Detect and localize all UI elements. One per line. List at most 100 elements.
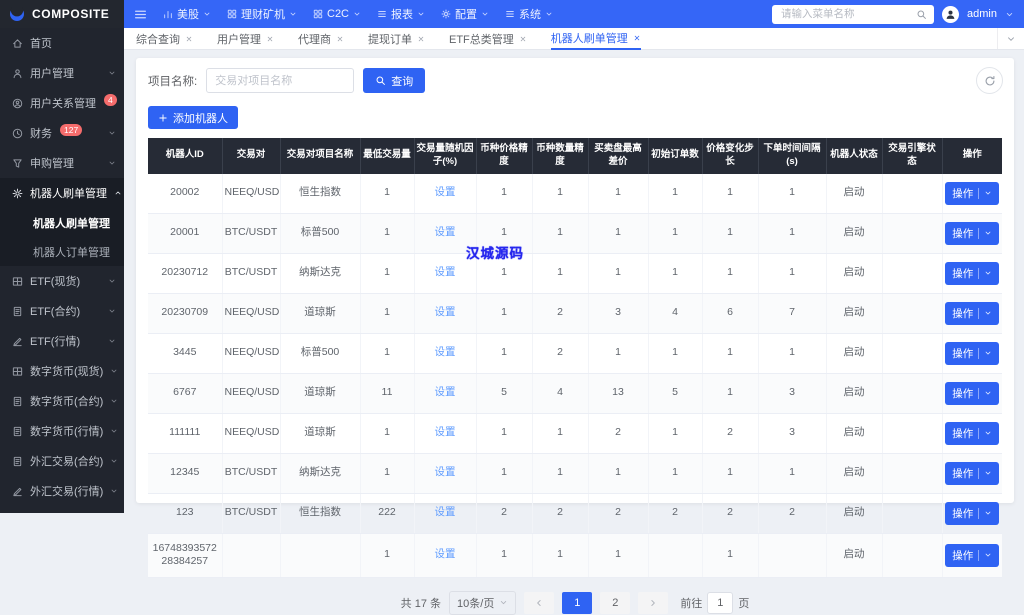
close-icon[interactable] xyxy=(519,35,527,43)
cell-max-spread: 2 xyxy=(588,413,648,453)
settings-link[interactable]: 设置 xyxy=(435,346,456,358)
sidebar-item-1[interactable]: 首页 xyxy=(0,28,124,58)
button-divider xyxy=(978,188,979,199)
sidebar-item-12[interactable]: 数字货币(行情) xyxy=(0,416,124,446)
navbar-menu-2[interactable]: 理财矿机 xyxy=(227,6,297,22)
sidebar-item-7[interactable]: ETF(现货) xyxy=(0,266,124,296)
navbar-menu-1[interactable]: 美股 xyxy=(163,6,211,22)
settings-link[interactable]: 设置 xyxy=(435,386,456,398)
cell-min-volume: 1 xyxy=(360,453,414,493)
edit-icon xyxy=(12,336,23,347)
user-chevron-down-icon[interactable] xyxy=(1005,10,1014,19)
chevron-down-icon xyxy=(108,337,116,345)
cell-project xyxy=(280,533,360,577)
navbar-menu-5[interactable]: 配置 xyxy=(441,6,489,22)
sidebar-item-3[interactable]: 用户关系管理4 xyxy=(0,88,124,118)
sidebar-item-4[interactable]: 财务127 xyxy=(0,118,124,148)
settings-link[interactable]: 设置 xyxy=(435,306,456,318)
settings-link[interactable]: 设置 xyxy=(435,226,456,238)
close-icon[interactable] xyxy=(185,35,193,43)
refresh-button[interactable] xyxy=(976,67,1003,94)
cell-init-orders: 2 xyxy=(648,493,702,533)
button-divider xyxy=(978,468,979,479)
action-button[interactable]: 操作 xyxy=(945,462,999,485)
cell-volume-factor: 设置 xyxy=(414,413,476,453)
sidebar-item-13[interactable]: 外汇交易(合约) xyxy=(0,446,124,476)
sidebar-item-label: 数字货币(行情) xyxy=(30,423,103,439)
action-button[interactable]: 操作 xyxy=(945,182,999,205)
user-name[interactable]: admin xyxy=(967,8,997,20)
tab-list-expand-button[interactable] xyxy=(997,28,1024,49)
sidebar-item-11[interactable]: 数字货币(合约) xyxy=(0,386,124,416)
page-size-select[interactable]: 10条/页 xyxy=(449,591,516,615)
action-button[interactable]: 操作 xyxy=(945,382,999,405)
cell-status: 启动 xyxy=(826,293,882,333)
navbar-menu-6[interactable]: 系统 xyxy=(505,6,553,22)
next-page-button[interactable] xyxy=(638,592,668,614)
settings-link[interactable]: 设置 xyxy=(435,186,456,198)
action-button[interactable]: 操作 xyxy=(945,544,999,567)
cell-min-volume: 222 xyxy=(360,493,414,533)
cell-project: 标普500 xyxy=(280,333,360,373)
goto-page-input[interactable] xyxy=(707,592,733,614)
search-button[interactable]: 查询 xyxy=(363,68,425,93)
prev-page-button[interactable] xyxy=(524,592,554,614)
navbar-menu-3[interactable]: C2C xyxy=(313,8,361,20)
cell-qty-precision: 1 xyxy=(532,253,588,293)
action-button[interactable]: 操作 xyxy=(945,302,999,325)
action-button-label: 操作 xyxy=(952,426,973,441)
tab-5[interactable]: ETF总类管理 xyxy=(449,28,527,50)
menu-search-input[interactable] xyxy=(779,7,912,21)
sidebar-subitem-6-2[interactable]: 机器人订单管理 xyxy=(0,237,124,266)
tab-2[interactable]: 用户管理 xyxy=(217,28,274,50)
settings-link[interactable]: 设置 xyxy=(435,506,456,518)
action-button[interactable]: 操作 xyxy=(945,222,999,245)
page-button-1[interactable]: 1 xyxy=(562,592,592,614)
cell-project: 道琼斯 xyxy=(280,413,360,453)
tab-4[interactable]: 提现订单 xyxy=(368,28,425,50)
sidebar-item-10[interactable]: 数字货币(现货) xyxy=(0,356,124,386)
settings-link[interactable]: 设置 xyxy=(435,426,456,438)
cell-pair: NEEQ/USD xyxy=(222,293,280,333)
navbar-menu-label: 系统 xyxy=(519,6,541,22)
sidebar-subitem-6-1[interactable]: 机器人刷单管理 xyxy=(0,208,124,237)
avatar[interactable] xyxy=(942,6,959,23)
action-button[interactable]: 操作 xyxy=(945,342,999,365)
cell-interval: 1 xyxy=(758,453,826,493)
action-button[interactable]: 操作 xyxy=(945,502,999,525)
tab-label: 提现订单 xyxy=(368,31,412,47)
action-button[interactable]: 操作 xyxy=(945,262,999,285)
sidebar-item-6[interactable]: 机器人刷单管理 xyxy=(0,178,124,208)
settings-link[interactable]: 设置 xyxy=(435,266,456,278)
cell-price-precision: 1 xyxy=(476,413,532,453)
cell-status: 启动 xyxy=(826,333,882,373)
search-icon[interactable] xyxy=(916,9,927,20)
close-icon[interactable] xyxy=(633,34,641,42)
close-icon[interactable] xyxy=(336,35,344,43)
sidebar-collapse-button[interactable] xyxy=(134,8,147,21)
sidebar-item-9[interactable]: ETF(行情) xyxy=(0,326,124,356)
tab-3[interactable]: 代理商 xyxy=(298,28,344,50)
cell-price-step: 1 xyxy=(702,213,758,253)
settings-link[interactable]: 设置 xyxy=(435,548,456,560)
sidebar-item-8[interactable]: ETF(合约) xyxy=(0,296,124,326)
sidebar-item-5[interactable]: 申购管理 xyxy=(0,148,124,178)
settings-link[interactable]: 设置 xyxy=(435,466,456,478)
cell-init-orders: 1 xyxy=(648,333,702,373)
close-icon[interactable] xyxy=(417,35,425,43)
column-header: 下单时间间隔(s) xyxy=(758,138,826,174)
sidebar-item-2[interactable]: 用户管理 xyxy=(0,58,124,88)
clock-icon xyxy=(12,128,23,139)
action-button[interactable]: 操作 xyxy=(945,422,999,445)
tab-6[interactable]: 机器人刷单管理 xyxy=(551,28,641,50)
navbar-menu-4[interactable]: 报表 xyxy=(377,6,425,22)
tab-1[interactable]: 综合查询 xyxy=(136,28,193,50)
close-icon[interactable] xyxy=(266,35,274,43)
page-button-2[interactable]: 2 xyxy=(600,592,630,614)
cell-min-volume: 1 xyxy=(360,293,414,333)
project-name-input[interactable] xyxy=(206,68,354,93)
add-robot-button[interactable]: 添加机器人 xyxy=(148,106,238,129)
funnel-icon xyxy=(12,158,23,169)
filter-row: 项目名称: 查询 xyxy=(148,68,1002,93)
sidebar-item-14[interactable]: 外汇交易(行情) xyxy=(0,476,124,506)
